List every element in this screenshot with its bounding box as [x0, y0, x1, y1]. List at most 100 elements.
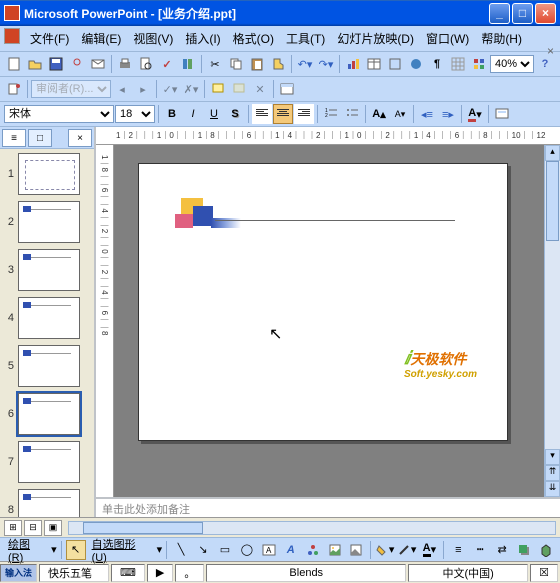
close-button[interactable]: ×	[535, 3, 556, 24]
ime-punct-icon[interactable]: 。	[175, 564, 204, 582]
thumbnail-slide[interactable]	[18, 297, 80, 339]
print-button[interactable]	[115, 54, 135, 74]
next-comment-button[interactable]: ▸	[133, 79, 153, 99]
shadow-style-button[interactable]	[514, 540, 534, 560]
email-button[interactable]	[88, 54, 108, 74]
new-button[interactable]	[4, 54, 24, 74]
scroll-up-button[interactable]: ▴	[545, 145, 560, 161]
arrow-style-button[interactable]: ⇄	[492, 540, 512, 560]
increase-font-button[interactable]: A▴	[369, 104, 389, 124]
menu-format[interactable]: 格式(O)	[231, 28, 276, 49]
prev-slide-button[interactable]: ⇈	[545, 465, 560, 481]
3d-style-button[interactable]	[536, 540, 556, 560]
align-left-button[interactable]	[252, 104, 272, 124]
ime-keyboard-icon[interactable]: ⌨	[111, 564, 145, 582]
outline-tab[interactable]: ≡	[2, 129, 26, 147]
slide-canvas[interactable]: ↖ ⅈ天极软件 Soft.yesky.com ▴ ▾ ⇈ ⇊	[114, 145, 560, 497]
horizontal-scrollbar[interactable]	[68, 521, 556, 535]
decrease-indent-button[interactable]: ◂≡	[417, 104, 437, 124]
select-objects-button[interactable]: ↖	[66, 540, 86, 560]
align-right-button[interactable]	[294, 104, 314, 124]
unapply-button[interactable]: ✗▾	[181, 79, 201, 99]
increase-indent-button[interactable]: ≡▸	[438, 104, 458, 124]
font-size-combo[interactable]: 18	[115, 105, 155, 123]
slideshow-view-button[interactable]: ▣	[44, 520, 62, 536]
line-button[interactable]: ╲	[171, 540, 191, 560]
menu-edit[interactable]: 编辑(E)	[79, 28, 123, 49]
scroll-down-button[interactable]: ▾	[545, 449, 560, 465]
spellcheck-button[interactable]: ✓	[157, 54, 177, 74]
menu-window[interactable]: 窗口(W)	[424, 28, 471, 49]
preview-button[interactable]	[136, 54, 156, 74]
apply-button[interactable]: ✓▾	[160, 79, 180, 99]
notes-pane[interactable]: 单击此处添加备注	[96, 497, 560, 517]
picture-button[interactable]	[347, 540, 367, 560]
insert-comment-button[interactable]	[208, 79, 228, 99]
font-combo[interactable]: 宋体	[4, 105, 114, 123]
textbox-button[interactable]: A	[259, 540, 279, 560]
scroll-thumb[interactable]	[546, 161, 559, 241]
copy-button[interactable]	[226, 54, 246, 74]
dash-style-button[interactable]: ┅	[470, 540, 490, 560]
permission-button[interactable]	[67, 54, 87, 74]
font-color-button[interactable]: A▾	[465, 104, 485, 124]
decrease-font-button[interactable]: A▾	[390, 104, 410, 124]
thumbnail-slide[interactable]	[18, 393, 80, 435]
next-slide-button[interactable]: ⇊	[545, 481, 560, 497]
minimize-button[interactable]: _	[489, 3, 510, 24]
line-style-button[interactable]: ≡	[448, 540, 468, 560]
delete-comment-button[interactable]: ✕	[250, 79, 270, 99]
prev-comment-button[interactable]: ◂	[112, 79, 132, 99]
doc-close-button[interactable]: ×	[547, 44, 554, 58]
ime-width-icon[interactable]: ▶	[147, 564, 173, 582]
thumbnail-slide[interactable]	[18, 153, 80, 195]
ime-indicator[interactable]: 输入法	[0, 564, 37, 582]
reviewer-combo[interactable]: 审阅者(R)...	[31, 80, 111, 98]
zoom-combo[interactable]: 40%	[490, 55, 534, 73]
current-slide[interactable]: ↖ ⅈ天极软件 Soft.yesky.com	[138, 163, 508, 441]
normal-view-button[interactable]: ⊞	[4, 520, 22, 536]
slides-tab[interactable]: □	[28, 129, 52, 147]
thumbnails-list[interactable]: 12345678	[0, 149, 94, 517]
bold-button[interactable]: B	[162, 104, 182, 124]
numbering-button[interactable]: 12	[321, 104, 341, 124]
research-button[interactable]	[178, 54, 198, 74]
color-button[interactable]	[469, 54, 489, 74]
hscroll-thumb[interactable]	[83, 522, 203, 534]
bullets-button[interactable]	[342, 104, 362, 124]
diagram-button[interactable]	[303, 540, 323, 560]
reviewing-pane-button[interactable]	[277, 79, 297, 99]
menu-file[interactable]: 文件(F)	[28, 28, 71, 49]
menu-slideshow[interactable]: 幻灯片放映(D)	[335, 28, 416, 49]
font-color-button-2[interactable]: A▾	[419, 540, 439, 560]
edit-comment-button[interactable]	[229, 79, 249, 99]
design-button[interactable]	[492, 104, 512, 124]
show-markup-button[interactable]	[4, 79, 24, 99]
wordart-button[interactable]: A	[281, 540, 301, 560]
horizontal-ruler[interactable]: 1｜2｜｜｜1｜0｜｜｜1｜8｜｜｜｜6｜｜｜1｜4｜｜｜2｜｜｜1｜0｜｜｜2…	[96, 127, 560, 145]
autoshapes-menu[interactable]: 自选图形(U)	[88, 536, 155, 564]
align-center-button[interactable]	[273, 104, 293, 124]
italic-button[interactable]: I	[183, 104, 203, 124]
save-button[interactable]	[46, 54, 66, 74]
draw-menu[interactable]: 绘图(R)	[4, 536, 49, 564]
fill-color-button[interactable]: ▾	[375, 540, 395, 560]
thumbnail-slide[interactable]	[18, 345, 80, 387]
arrow-button[interactable]: ↘	[193, 540, 213, 560]
oval-button[interactable]: ◯	[237, 540, 257, 560]
menu-insert[interactable]: 插入(I)	[183, 28, 222, 49]
shadow-button[interactable]: S	[225, 104, 245, 124]
open-button[interactable]	[25, 54, 45, 74]
insert-table-button[interactable]	[364, 54, 384, 74]
maximize-button[interactable]: □	[512, 3, 533, 24]
line-color-button[interactable]: ▾	[397, 540, 417, 560]
show-formatting-button[interactable]: ¶	[427, 54, 447, 74]
thumbnail-slide[interactable]	[18, 489, 80, 517]
paste-button[interactable]	[247, 54, 267, 74]
spellcheck-status-icon[interactable]: ☒	[530, 564, 558, 582]
menu-view[interactable]: 视图(V)	[131, 28, 175, 49]
menu-tools[interactable]: 工具(T)	[284, 28, 327, 49]
undo-button[interactable]: ↶▾	[295, 54, 315, 74]
document-icon[interactable]	[4, 28, 20, 44]
clipart-button[interactable]	[325, 540, 345, 560]
